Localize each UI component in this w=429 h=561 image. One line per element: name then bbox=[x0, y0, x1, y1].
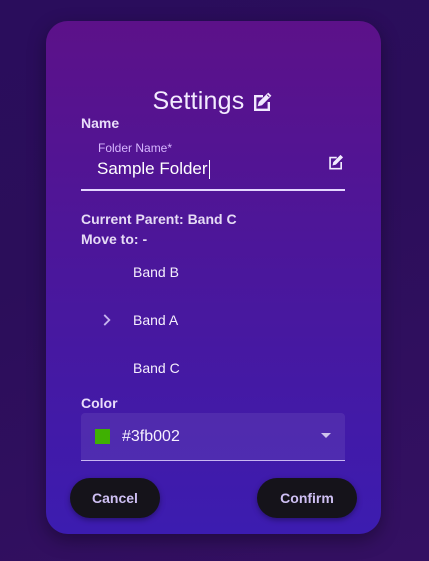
edit-square-icon[interactable] bbox=[327, 153, 345, 171]
color-value: #3fb002 bbox=[122, 427, 180, 445]
folder-name-input[interactable]: Sample Folder bbox=[97, 159, 210, 179]
tree-item-label: Band B bbox=[133, 264, 179, 280]
dialog-title: Settings bbox=[152, 87, 245, 115]
folder-name-field[interactable]: Folder Name* Sample Folder bbox=[81, 137, 345, 191]
folder-name-floating-label: Folder Name* bbox=[98, 141, 173, 155]
tree-item-band-c[interactable]: Band C bbox=[96, 353, 336, 383]
dropdown-arrow-icon[interactable] bbox=[321, 433, 331, 438]
tree-item-label: Band A bbox=[133, 312, 179, 328]
chevron-right-icon[interactable] bbox=[96, 309, 118, 331]
color-select[interactable]: #3fb002 bbox=[81, 413, 345, 461]
confirm-button[interactable]: Confirm bbox=[257, 478, 357, 518]
current-parent-text: Current Parent: Band C bbox=[81, 211, 237, 227]
cancel-button[interactable]: Cancel bbox=[70, 478, 160, 518]
text-caret bbox=[208, 159, 210, 179]
move-to-text: Move to: - bbox=[81, 231, 148, 247]
tree-item-band-b[interactable]: Band B bbox=[96, 257, 336, 287]
color-swatch bbox=[95, 429, 110, 444]
settings-dialog: Settings Name Folder Name* Sample Folder… bbox=[46, 21, 381, 534]
tree-item-label: Band C bbox=[133, 360, 180, 376]
folder-name-value: Sample Folder bbox=[97, 159, 208, 178]
color-section-label: Color bbox=[81, 395, 118, 411]
name-section-label: Name bbox=[81, 115, 120, 131]
dialog-header: Settings bbox=[46, 87, 381, 116]
tree-item-band-a[interactable]: Band A bbox=[96, 305, 336, 335]
edit-square-icon[interactable] bbox=[250, 90, 274, 114]
